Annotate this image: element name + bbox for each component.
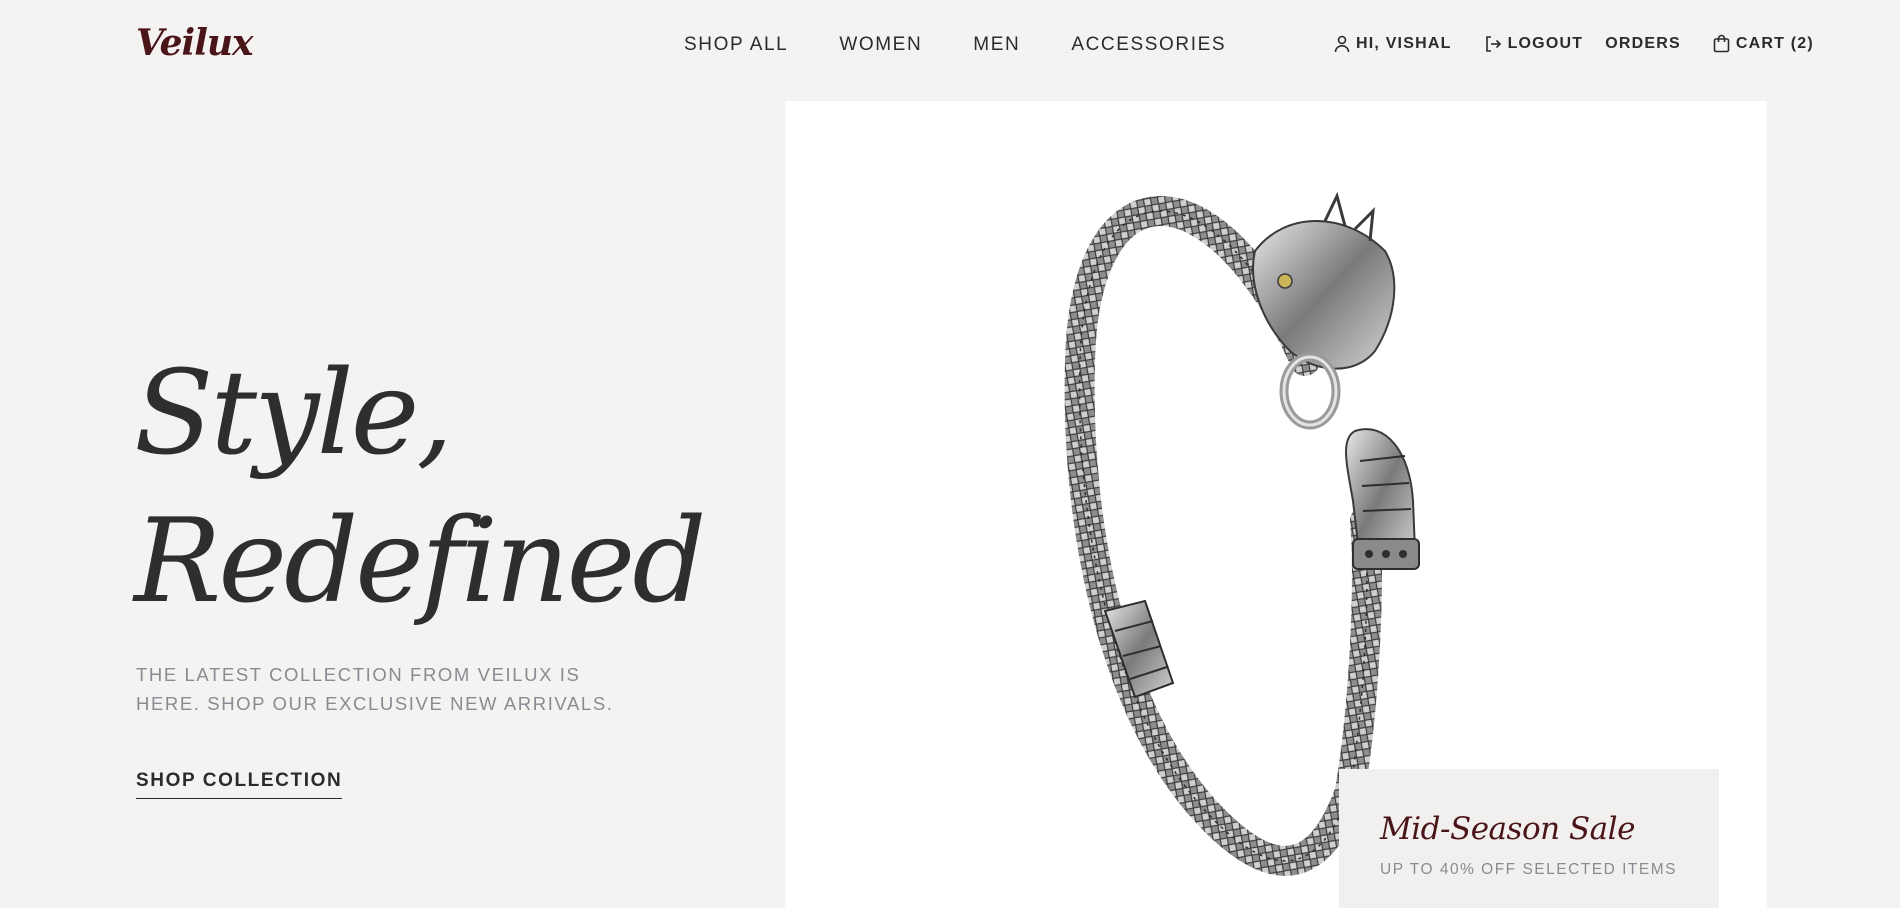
user-icon	[1334, 35, 1350, 52]
nav-women[interactable]: WOMEN	[839, 34, 922, 56]
hero-subtitle-line-2: HERE. SHOP OUR EXCLUSIVE NEW ARRIVALS.	[136, 693, 614, 714]
user-greeting[interactable]: HI, VISHAL	[1334, 35, 1452, 53]
promo-card[interactable]: Mid-Season Sale UP TO 40% OFF SELECTED I…	[1339, 769, 1719, 908]
headline-line-1: Style,	[134, 346, 453, 481]
logout-icon	[1485, 35, 1501, 52]
account-bar: HI, VISHAL LOGOUT ORDERS CART (2)	[1334, 34, 1814, 53]
main-nav: SHOP ALL WOMEN MEN ACCESSORIES	[684, 34, 1226, 56]
shop-collection-button[interactable]: SHOP COLLECTION	[136, 770, 343, 799]
logout-button[interactable]: LOGOUT	[1484, 35, 1584, 53]
nav-men[interactable]: MEN	[973, 34, 1020, 56]
orders-link[interactable]: ORDERS	[1605, 35, 1681, 53]
user-greeting-label: HI, VISHAL	[1356, 34, 1452, 52]
site-header: Veilux SHOP ALL WOMEN MEN ACCESSORIES HI…	[0, 0, 1900, 92]
cart-button[interactable]: CART (2)	[1713, 34, 1814, 53]
nav-accessories[interactable]: ACCESSORIES	[1071, 34, 1226, 56]
orders-label: ORDERS	[1605, 34, 1681, 52]
logout-label: LOGOUT	[1507, 34, 1584, 52]
brand-logo[interactable]: Veilux	[136, 22, 254, 64]
nav-shop-all[interactable]: SHOP ALL	[684, 34, 788, 56]
promo-title: Mid-Season Sale	[1380, 811, 1635, 847]
hero-subtitle-line-1: THE LATEST COLLECTION FROM VEILUX IS	[136, 664, 581, 685]
promo-subtitle: UP TO 40% OFF SELECTED ITEMS	[1380, 861, 1677, 878]
headline-line-2: Redefined	[134, 494, 707, 629]
shopping-bag-icon	[1713, 34, 1730, 53]
hero-headline: Style, Redefined	[134, 340, 707, 636]
cart-label: CART (2)	[1735, 34, 1814, 52]
hero-subtitle: THE LATEST COLLECTION FROM VEILUX IS HER…	[136, 660, 656, 718]
